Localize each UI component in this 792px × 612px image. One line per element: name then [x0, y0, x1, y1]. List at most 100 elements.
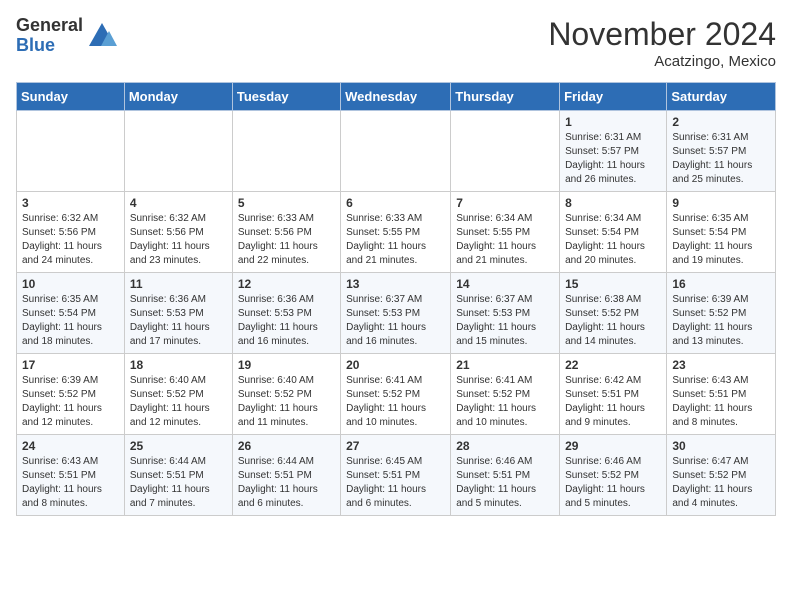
calendar-cell: 12Sunrise: 6:36 AM Sunset: 5:53 PM Dayli… — [232, 273, 340, 354]
day-number: 16 — [672, 277, 770, 291]
day-number: 20 — [346, 358, 445, 372]
day-number: 30 — [672, 439, 770, 453]
day-number: 28 — [456, 439, 554, 453]
day-info: Sunrise: 6:41 AM Sunset: 5:52 PM Dayligh… — [346, 374, 445, 430]
month-title: November 2024 — [548, 16, 776, 53]
day-of-week-header: Friday — [560, 83, 667, 111]
day-number: 22 — [565, 358, 661, 372]
day-info: Sunrise: 6:34 AM Sunset: 5:55 PM Dayligh… — [456, 212, 554, 268]
calendar-cell: 17 Sunrise: 6:39 AM Sunset: 5:52 PM Dayli… — [17, 354, 125, 435]
logo-blue: Blue — [16, 36, 83, 56]
day-info: Sunrise: 6:32 AM Sunset: 5:56 PM Dayligh… — [22, 212, 119, 268]
calendar-cell — [451, 111, 560, 192]
day-number: 10 — [22, 277, 119, 291]
day-number: 13 — [346, 277, 445, 291]
day-info: Sunrise: 6:43 AM Sunset: 5:51 PM Dayligh… — [22, 455, 119, 511]
calendar-cell: 30 Sunrise: 6:47 AM Sunset: 5:52 PM Dayli… — [667, 435, 776, 516]
calendar-table: SundayMondayTuesdayWednesdayThursdayFrid… — [16, 82, 776, 516]
day-number: 25 — [130, 439, 227, 453]
location: Acatzingo, Mexico — [548, 53, 776, 70]
calendar-cell: 18Sunrise: 6:40 AM Sunset: 5:52 PM Dayli… — [124, 354, 232, 435]
calendar-cell — [232, 111, 340, 192]
day-number: 9 — [672, 196, 770, 210]
calendar-cell: 16 Sunrise: 6:39 AM Sunset: 5:52 PM Dayli… — [667, 273, 776, 354]
day-info: Sunrise: 6:45 AM Sunset: 5:51 PM Dayligh… — [346, 455, 445, 511]
day-info: Sunrise: 6:34 AM Sunset: 5:54 PM Dayligh… — [565, 212, 661, 268]
day-info: Sunrise: 6:44 AM Sunset: 5:51 PM Dayligh… — [238, 455, 335, 511]
calendar-cell: 1 Sunrise: 6:31 AM Sunset: 5:57 PM Daylig… — [560, 111, 667, 192]
calendar-cell: 6 Sunrise: 6:33 AM Sunset: 5:55 PM Daylig… — [341, 192, 451, 273]
day-info: Sunrise: 6:36 AM Sunset: 5:53 PM Dayligh… — [238, 293, 335, 349]
day-number: 5 — [238, 196, 335, 210]
day-number: 29 — [565, 439, 661, 453]
calendar-cell — [341, 111, 451, 192]
day-of-week-header: Wednesday — [341, 83, 451, 111]
calendar-cell: 22 Sunrise: 6:42 AM Sunset: 5:51 PM Dayli… — [560, 354, 667, 435]
day-number: 3 — [22, 196, 119, 210]
day-number: 19 — [238, 358, 335, 372]
day-number: 1 — [565, 115, 661, 129]
day-info: Sunrise: 6:47 AM Sunset: 5:52 PM Dayligh… — [672, 455, 770, 511]
logo-icon — [87, 21, 117, 51]
calendar-header: SundayMondayTuesdayWednesdayThursdayFrid… — [17, 83, 776, 111]
day-info: Sunrise: 6:40 AM Sunset: 5:52 PM Dayligh… — [238, 374, 335, 430]
calendar-cell: 7 Sunrise: 6:34 AM Sunset: 5:55 PM Daylig… — [451, 192, 560, 273]
logo: General Blue — [16, 16, 117, 56]
calendar-cell: 11 Sunrise: 6:36 AM Sunset: 5:53 PM Dayli… — [124, 273, 232, 354]
calendar-cell: 23 Sunrise: 6:43 AM Sunset: 5:51 PM Dayli… — [667, 354, 776, 435]
day-info: Sunrise: 6:46 AM Sunset: 5:52 PM Dayligh… — [565, 455, 661, 511]
calendar-cell: 24 Sunrise: 6:43 AM Sunset: 5:51 PM Dayli… — [17, 435, 125, 516]
calendar-cell: 19 Sunrise: 6:40 AM Sunset: 5:52 PM Dayli… — [232, 354, 340, 435]
day-number: 18 — [130, 358, 227, 372]
calendar-cell: 25 Sunrise: 6:44 AM Sunset: 5:51 PM Dayli… — [124, 435, 232, 516]
day-info: Sunrise: 6:33 AM Sunset: 5:55 PM Dayligh… — [346, 212, 445, 268]
day-number: 17 — [22, 358, 119, 372]
day-info: Sunrise: 6:46 AM Sunset: 5:51 PM Dayligh… — [456, 455, 554, 511]
day-info: Sunrise: 6:41 AM Sunset: 5:52 PM Dayligh… — [456, 374, 554, 430]
day-of-week-header: Tuesday — [232, 83, 340, 111]
day-info: Sunrise: 6:37 AM Sunset: 5:53 PM Dayligh… — [456, 293, 554, 349]
day-info: Sunrise: 6:44 AM Sunset: 5:51 PM Dayligh… — [130, 455, 227, 511]
day-number: 26 — [238, 439, 335, 453]
calendar-cell: 13 Sunrise: 6:37 AM Sunset: 5:53 PM Dayli… — [341, 273, 451, 354]
calendar-cell: 8 Sunrise: 6:34 AM Sunset: 5:54 PM Daylig… — [560, 192, 667, 273]
day-number: 8 — [565, 196, 661, 210]
calendar-cell: 29 Sunrise: 6:46 AM Sunset: 5:52 PM Dayli… — [560, 435, 667, 516]
page-header: General Blue November 2024 Acatzingo, Me… — [16, 16, 776, 70]
calendar-cell: 14Sunrise: 6:37 AM Sunset: 5:53 PM Dayli… — [451, 273, 560, 354]
day-of-week-header: Monday — [124, 83, 232, 111]
day-info: Sunrise: 6:38 AM Sunset: 5:52 PM Dayligh… — [565, 293, 661, 349]
day-number: 11 — [130, 277, 227, 291]
day-info: Sunrise: 6:36 AM Sunset: 5:53 PM Dayligh… — [130, 293, 227, 349]
day-info: Sunrise: 6:32 AM Sunset: 5:56 PM Dayligh… — [130, 212, 227, 268]
day-info: Sunrise: 6:43 AM Sunset: 5:51 PM Dayligh… — [672, 374, 770, 430]
day-number: 4 — [130, 196, 227, 210]
calendar-cell: 26 Sunrise: 6:44 AM Sunset: 5:51 PM Dayli… — [232, 435, 340, 516]
day-info: Sunrise: 6:37 AM Sunset: 5:53 PM Dayligh… — [346, 293, 445, 349]
day-info: Sunrise: 6:31 AM Sunset: 5:57 PM Dayligh… — [565, 131, 661, 187]
day-number: 21 — [456, 358, 554, 372]
title-block: November 2024 Acatzingo, Mexico — [548, 16, 776, 70]
day-number: 7 — [456, 196, 554, 210]
day-info: Sunrise: 6:39 AM Sunset: 5:52 PM Dayligh… — [22, 374, 119, 430]
day-number: 23 — [672, 358, 770, 372]
calendar-cell: 4 Sunrise: 6:32 AM Sunset: 5:56 PM Daylig… — [124, 192, 232, 273]
day-number: 6 — [346, 196, 445, 210]
calendar-cell: 9Sunrise: 6:35 AM Sunset: 5:54 PM Daylig… — [667, 192, 776, 273]
day-info: Sunrise: 6:39 AM Sunset: 5:52 PM Dayligh… — [672, 293, 770, 349]
day-info: Sunrise: 6:42 AM Sunset: 5:51 PM Dayligh… — [565, 374, 661, 430]
day-number: 24 — [22, 439, 119, 453]
calendar-cell: 28 Sunrise: 6:46 AM Sunset: 5:51 PM Dayli… — [451, 435, 560, 516]
calendar-cell: 10 Sunrise: 6:35 AM Sunset: 5:54 PM Dayli… — [17, 273, 125, 354]
day-of-week-header: Thursday — [451, 83, 560, 111]
day-of-week-header: Sunday — [17, 83, 125, 111]
logo-general: General — [16, 16, 83, 36]
calendar-cell: 27 Sunrise: 6:45 AM Sunset: 5:51 PM Dayli… — [341, 435, 451, 516]
calendar-cell: 20 Sunrise: 6:41 AM Sunset: 5:52 PM Dayli… — [341, 354, 451, 435]
day-info: Sunrise: 6:35 AM Sunset: 5:54 PM Dayligh… — [22, 293, 119, 349]
calendar-cell: 3 Sunrise: 6:32 AM Sunset: 5:56 PM Daylig… — [17, 192, 125, 273]
day-number: 27 — [346, 439, 445, 453]
day-of-week-header: Saturday — [667, 83, 776, 111]
calendar-cell: 15Sunrise: 6:38 AM Sunset: 5:52 PM Dayli… — [560, 273, 667, 354]
calendar-cell: 5Sunrise: 6:33 AM Sunset: 5:56 PM Daylig… — [232, 192, 340, 273]
